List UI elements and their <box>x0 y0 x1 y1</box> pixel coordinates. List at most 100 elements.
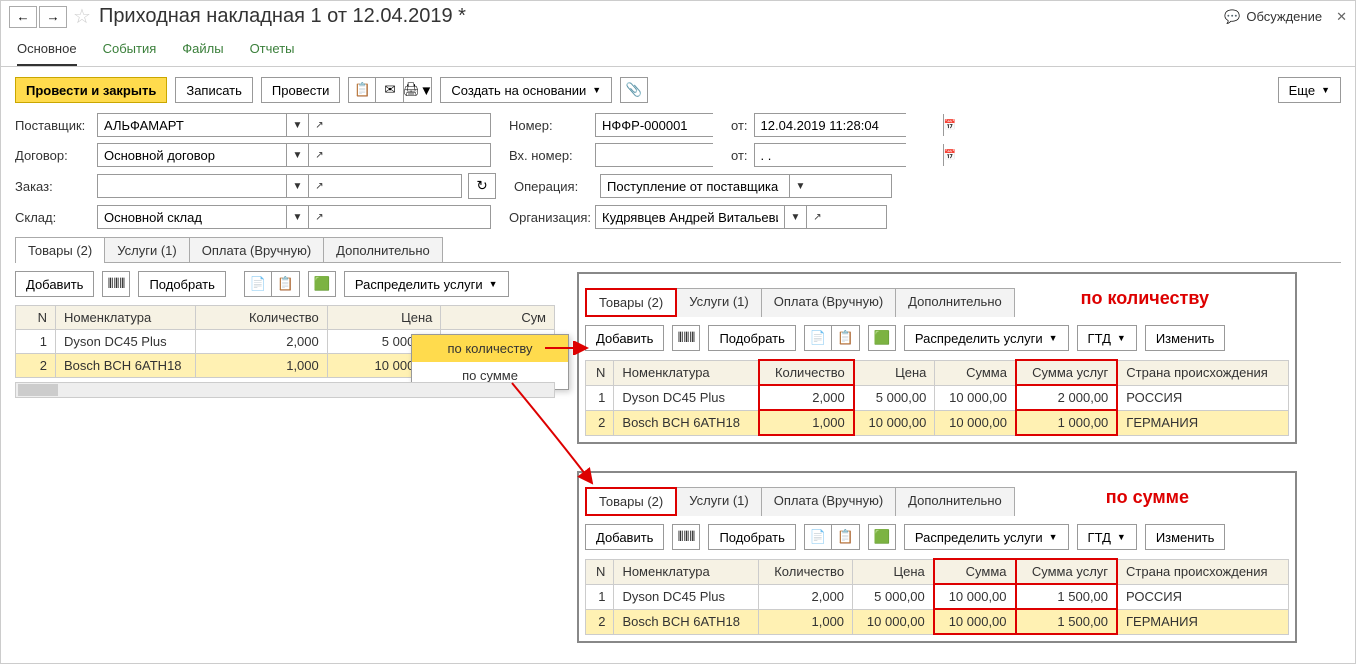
color-icon[interactable]: 🟩 <box>868 524 896 550</box>
org-input[interactable] <box>596 206 784 228</box>
tab-payment[interactable]: Оплата (Вручную) <box>761 288 896 317</box>
distribute-button[interactable]: Распределить услуги▼ <box>904 325 1069 351</box>
scrollbar-h[interactable] <box>15 382 555 398</box>
color-icon[interactable]: 🟩 <box>868 325 896 351</box>
tab-additional[interactable]: Дополнительно <box>895 288 1015 317</box>
contract-input[interactable] <box>98 144 286 166</box>
tab-services[interactable]: Услуги (1) <box>104 237 189 263</box>
date-input[interactable] <box>755 114 943 136</box>
table-row[interactable]: 1Dyson DC45 Plus 2,0005 000,00 10 000,00… <box>586 584 1289 609</box>
discuss-link[interactable]: 💬 Обсуждение <box>1224 9 1322 25</box>
table-row[interactable]: 2Bosch BCH 6ATH18 1,00010 000,00 10 000,… <box>586 609 1289 634</box>
open-icon[interactable]: ↗ <box>308 206 330 228</box>
warehouse-input[interactable] <box>98 206 286 228</box>
post-button[interactable]: Провести <box>261 77 341 103</box>
star-icon[interactable]: ☆ <box>73 4 91 29</box>
dropdown-icon[interactable]: ▼ <box>286 144 308 166</box>
nav-events[interactable]: События <box>103 35 157 66</box>
barcode-icon[interactable]: ⦀⦀⦀ <box>102 271 130 297</box>
panel-by-qty: Товары (2) Услуги (1) Оплата (Вручную) Д… <box>577 272 1297 444</box>
tab-services[interactable]: Услуги (1) <box>676 487 761 516</box>
operation-label: Операция: <box>514 179 594 194</box>
post-close-button[interactable]: Провести и закрыть <box>15 77 167 103</box>
change-button[interactable]: Изменить <box>1145 524 1226 550</box>
dropdown-icon[interactable]: ▼ <box>789 175 811 197</box>
tab-services[interactable]: Услуги (1) <box>676 288 761 317</box>
tab-payment[interactable]: Оплата (Вручную) <box>761 487 896 516</box>
copy-icon[interactable]: 📄 <box>804 325 832 351</box>
distribute-button[interactable]: Распределить услуги▼ <box>904 524 1069 550</box>
tab-goods[interactable]: Товары (2) <box>585 487 677 516</box>
paste-icon[interactable]: 📋 <box>832 325 860 351</box>
more-button[interactable]: Еще▼ <box>1278 77 1341 103</box>
refresh-icon[interactable]: ↻ <box>468 173 496 199</box>
order-input[interactable] <box>98 175 286 197</box>
dropdown-icon[interactable]: ▼ <box>286 175 308 197</box>
nav-reports[interactable]: Отчеты <box>250 35 295 66</box>
calendar-icon[interactable]: 📅 <box>943 114 956 136</box>
add-button[interactable]: Добавить <box>15 271 94 297</box>
tab-goods[interactable]: Товары (2) <box>15 237 105 263</box>
barcode-icon[interactable]: ⦀⦀⦀ <box>672 524 700 550</box>
close-icon[interactable]: ✕ <box>1336 9 1347 25</box>
tab-payment[interactable]: Оплата (Вручную) <box>189 237 324 263</box>
tab-additional[interactable]: Дополнительно <box>895 487 1015 516</box>
mail-icon[interactable]: ✉ <box>376 77 404 103</box>
page-title: Приходная накладная 1 от 12.04.2019 * <box>99 5 466 28</box>
from-label: от: <box>731 118 748 133</box>
change-button[interactable]: Изменить <box>1145 325 1226 351</box>
attach-icon[interactable]: 📎 <box>620 77 648 103</box>
select-button[interactable]: Подобрать <box>708 325 795 351</box>
copy-icon[interactable]: 📄 <box>804 524 832 550</box>
dropdown-icon[interactable]: ▼ <box>784 206 806 228</box>
tab-additional[interactable]: Дополнительно <box>323 237 443 263</box>
table-row[interactable]: 1Dyson DC45 Plus 2,0005 000,00 10 000,00… <box>586 385 1289 410</box>
forward-button[interactable]: → <box>39 6 67 28</box>
dropdown-icon[interactable]: ▼ <box>286 206 308 228</box>
col-qty: Количество <box>196 306 328 330</box>
gtd-button[interactable]: ГТД▼ <box>1077 325 1137 351</box>
nav-files[interactable]: Файлы <box>182 35 223 66</box>
tab-goods[interactable]: Товары (2) <box>585 288 677 317</box>
gtd-button[interactable]: ГТД▼ <box>1077 524 1137 550</box>
arrow-icon <box>545 341 595 355</box>
qty-table: N Номенклатура Количество Цена Сумма Сум… <box>585 359 1289 436</box>
open-icon[interactable]: ↗ <box>308 114 330 136</box>
indate-from-label: от: <box>731 148 748 163</box>
print-icon[interactable]: 🖨▼ <box>404 77 432 103</box>
open-icon[interactable]: ↗ <box>308 144 330 166</box>
order-label: Заказ: <box>15 179 91 194</box>
chat-icon: 💬 <box>1224 9 1240 25</box>
add-button[interactable]: Добавить <box>585 325 664 351</box>
col-sum: Сум <box>441 306 555 330</box>
open-icon[interactable]: ↗ <box>806 206 828 228</box>
col-n: N <box>16 306 56 330</box>
paste-icon[interactable]: 📋 <box>832 524 860 550</box>
select-button[interactable]: Подобрать <box>138 271 225 297</box>
distribute-button[interactable]: Распределить услуги▼ <box>344 271 509 297</box>
select-button[interactable]: Подобрать <box>708 524 795 550</box>
save-button[interactable]: Записать <box>175 77 253 103</box>
create-based-button[interactable]: Создать на основании▼ <box>440 77 612 103</box>
table-row[interactable]: 2Bosch BCH 6ATH18 1,00010 000,00 10 000,… <box>586 410 1289 435</box>
copy-icon[interactable]: 📄 <box>244 271 272 297</box>
report-icon[interactable]: 📋 <box>348 77 376 103</box>
number-label: Номер: <box>509 118 589 133</box>
dropdown-icon[interactable]: ▼ <box>286 114 308 136</box>
add-button[interactable]: Добавить <box>585 524 664 550</box>
indate-input[interactable] <box>755 144 943 166</box>
warehouse-label: Склад: <box>15 210 91 225</box>
color-icon[interactable]: 🟩 <box>308 271 336 297</box>
back-button[interactable]: ← <box>9 6 37 28</box>
panel-title: по количеству <box>1081 288 1209 309</box>
open-icon[interactable]: ↗ <box>308 175 330 197</box>
barcode-icon[interactable]: ⦀⦀⦀ <box>672 325 700 351</box>
calendar-icon[interactable]: 📅 <box>943 144 956 166</box>
supplier-input[interactable] <box>98 114 286 136</box>
arrow-icon <box>510 381 600 491</box>
operation-input[interactable] <box>601 175 789 197</box>
panel-by-sum: Товары (2) Услуги (1) Оплата (Вручную) Д… <box>577 471 1297 643</box>
paste-icon[interactable]: 📋 <box>272 271 300 297</box>
nav-main[interactable]: Основное <box>17 35 77 66</box>
contract-label: Договор: <box>15 148 91 163</box>
